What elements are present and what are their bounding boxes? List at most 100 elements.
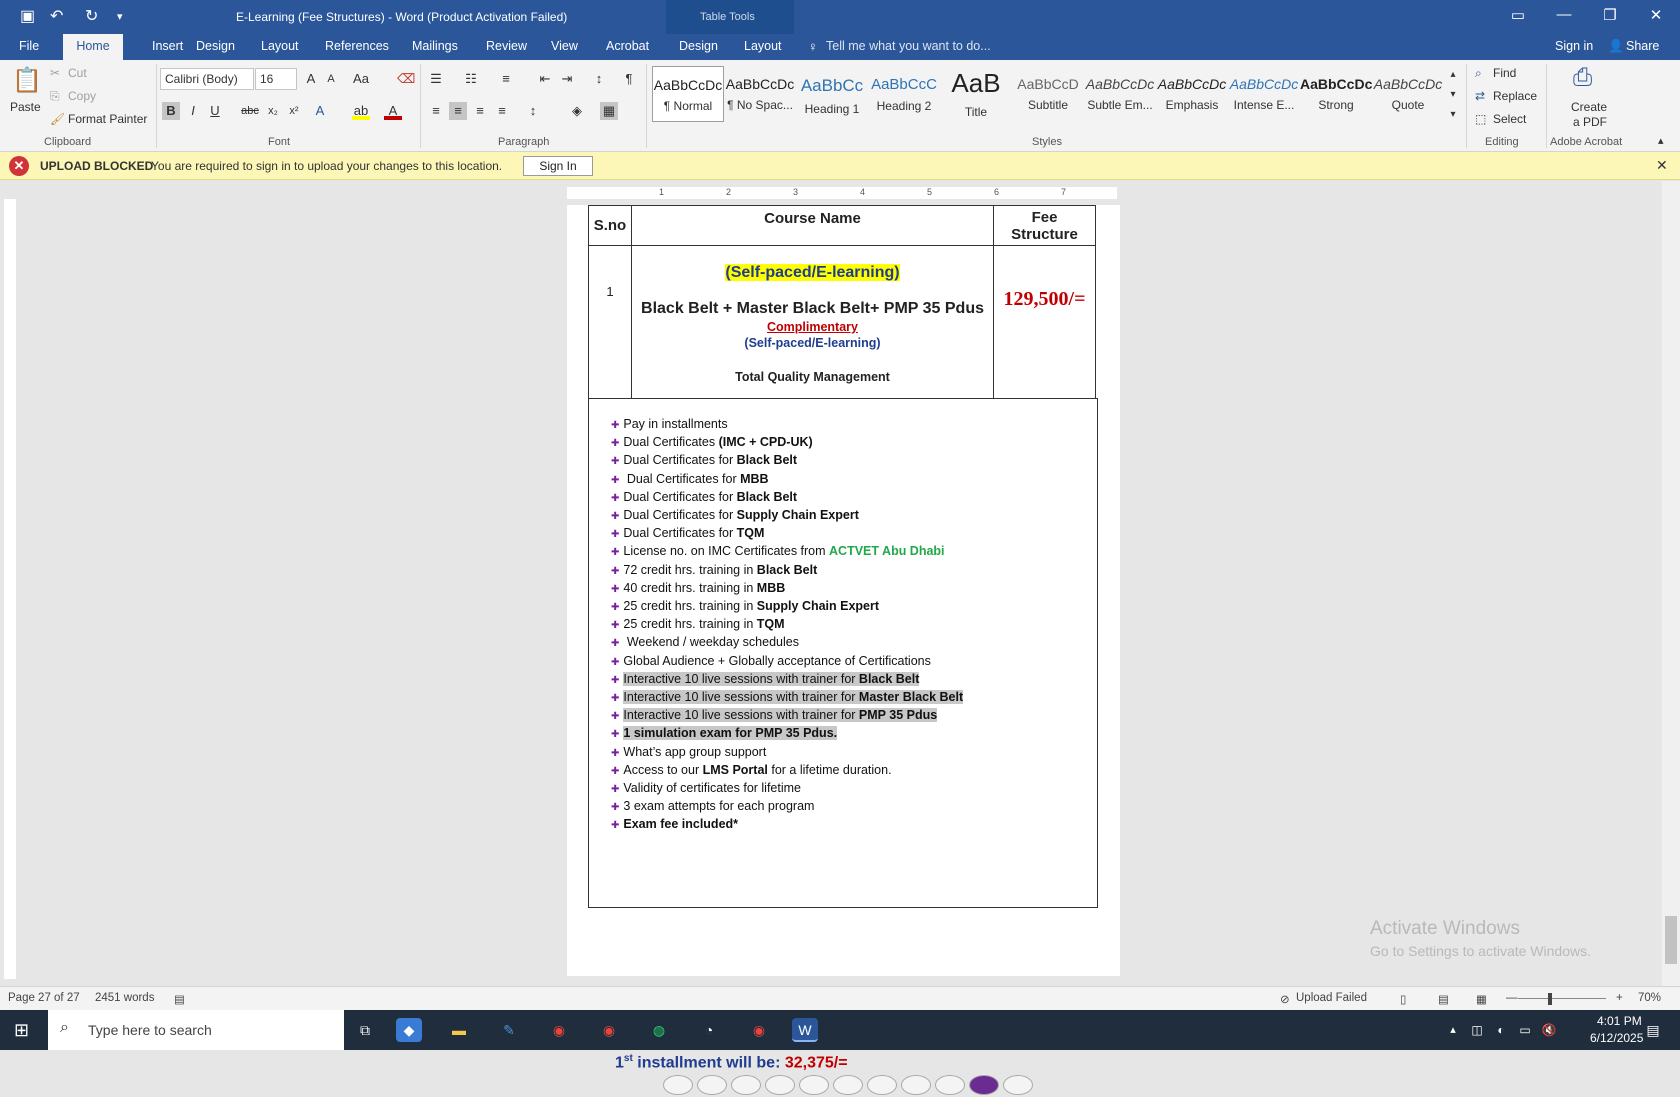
style-item[interactable]: AaBbCcDc Intense E...	[1228, 66, 1300, 122]
find-button[interactable]: Find	[1493, 66, 1516, 80]
numbering-icon[interactable]: ☷	[462, 70, 480, 88]
subscript-icon[interactable]: x₂	[264, 102, 282, 120]
web-layout-icon[interactable]: ▦	[1476, 992, 1487, 1006]
underline-icon[interactable]: U	[206, 102, 224, 120]
volume-icon[interactable]: 🔇	[1536, 1018, 1562, 1042]
zoom-slider[interactable]	[1518, 998, 1606, 999]
tray-chevron-icon[interactable]: ▴	[1440, 1018, 1466, 1042]
list-item[interactable]: ✚ 3 exam attempts for each program	[611, 799, 814, 813]
align-right-icon[interactable]: ≡	[471, 102, 489, 120]
list-item[interactable]: ✚ Exam fee included*	[611, 817, 738, 831]
replace-button[interactable]: Replace	[1493, 89, 1537, 103]
list-item[interactable]: ✚ Dual Certificates (IMC + CPD-UK)	[611, 435, 813, 449]
clock-time[interactable]: 4:01 PM	[1597, 1014, 1642, 1028]
restore-button[interactable]: ❐	[1592, 6, 1628, 24]
save-icon[interactable]: ▣	[20, 6, 35, 26]
document-page[interactable]: S.no Course Name Fee Structure 1 (Self-pa…	[567, 205, 1120, 1095]
tab-design[interactable]: Design	[196, 39, 235, 53]
list-item[interactable]: ✚ Interactive 10 live sessions with train…	[611, 671, 920, 686]
tab-home[interactable]: Home	[63, 34, 123, 60]
close-button[interactable]: ✕	[1638, 6, 1674, 24]
page-count[interactable]: Page 27 of 27	[8, 992, 80, 1004]
select-button[interactable]: Select	[1493, 112, 1526, 126]
header-fee[interactable]: Fee Structure	[993, 205, 1096, 246]
collapse-ribbon-icon[interactable]: ▴	[1658, 134, 1664, 147]
bold-icon[interactable]: B	[162, 102, 180, 120]
zoom-thumb[interactable]	[1548, 993, 1552, 1005]
fee-table[interactable]: S.no Course Name Fee Structure 1 (Self-pa…	[588, 205, 1096, 399]
styles-up-icon[interactable]: ▴	[1444, 66, 1462, 84]
style-item[interactable]: AaBbCcC Heading 2	[868, 66, 940, 122]
tab-insert[interactable]: Insert	[152, 39, 183, 53]
align-center-icon[interactable]: ≡	[449, 102, 467, 120]
redo-icon[interactable]: ↻	[85, 6, 98, 26]
tab-references[interactable]: References	[325, 39, 389, 53]
list-item[interactable]: ✚ 25 credit hrs. training in Supply Chain…	[611, 599, 879, 613]
line-spacing-icon[interactable]: ↕	[524, 102, 542, 120]
customize-qat-icon[interactable]: ▾	[117, 10, 123, 23]
style-item[interactable]: AaBbCcDc Emphasis	[1156, 66, 1228, 122]
tab-acrobat[interactable]: Acrobat	[606, 39, 649, 53]
highlight-icon[interactable]: ab	[352, 102, 370, 120]
style-item[interactable]: AaB Title	[940, 66, 1012, 122]
proofing-icon[interactable]: ▤	[174, 992, 185, 1006]
shading-icon[interactable]: ◈	[568, 102, 586, 120]
style-item[interactable]: AaBbCc Heading 1	[796, 66, 868, 122]
header-sno[interactable]: S.no	[588, 205, 632, 246]
features-box[interactable]: 1st installment will be: 32,375/= ✚ Pay i…	[588, 398, 1098, 1095]
scroll-thumb[interactable]	[1665, 916, 1677, 964]
close-icon[interactable]: ✕	[1656, 157, 1668, 174]
print-layout-icon[interactable]: ▤	[1438, 992, 1449, 1006]
style-item[interactable]: AaBbCcDc Strong	[1300, 66, 1372, 122]
file-explorer-icon[interactable]: ▬	[446, 1018, 472, 1042]
word-icon[interactable]: W	[792, 1018, 818, 1042]
style-normal[interactable]: AaBbCcDc ¶ Normal	[652, 66, 724, 122]
copilot-icon[interactable]: ◆	[396, 1018, 422, 1042]
list-item[interactable]: ✚ Interactive 10 live sessions with train…	[611, 690, 964, 704]
vertical-scrollbar[interactable]	[1662, 181, 1680, 986]
increase-indent-icon[interactable]: ⇥	[558, 70, 576, 88]
chrome-icon[interactable]: ◉	[596, 1018, 622, 1042]
list-item[interactable]: ✚ Validity of certificates for lifetime	[611, 781, 801, 795]
style-item[interactable]: AaBbCcDc Subtle Em...	[1084, 66, 1156, 122]
minimize-button[interactable]: —	[1546, 6, 1582, 23]
tab-view[interactable]: View	[551, 39, 578, 53]
list-item[interactable]: ✚ What’s app group support	[611, 745, 766, 759]
word-count[interactable]: 2451 words	[95, 992, 154, 1004]
clock-date[interactable]: 6/12/2025	[1590, 1031, 1643, 1045]
whatsapp-icon[interactable]: ◍	[646, 1018, 672, 1042]
list-item[interactable]: ✚ Pay in installments	[611, 417, 728, 431]
notifications-icon[interactable]: ▤	[1640, 1018, 1666, 1042]
font-color-icon[interactable]: A	[384, 102, 402, 120]
vertical-ruler[interactable]	[4, 199, 16, 979]
style-item[interactable]: AaBbCcDc ¶ No Spac...	[724, 66, 796, 122]
list-item[interactable]: ✚ Global Audience + Globally acceptance o…	[611, 654, 931, 668]
font-family-select[interactable]: Calibri (Body)	[160, 68, 254, 90]
copy-button[interactable]: Copy	[68, 89, 96, 103]
list-item[interactable]: ✚ 72 credit hrs. training in Black Belt	[611, 563, 817, 577]
list-item[interactable]: ✚ Dual Certificates for Supply Chain Expe…	[611, 508, 859, 522]
tab-table-layout[interactable]: Layout	[744, 39, 782, 53]
paste-button[interactable]: Paste	[10, 100, 41, 114]
styles-down-icon[interactable]: ▾	[1444, 86, 1462, 104]
list-item[interactable]: ✚ Dual Certificates for Black Belt	[611, 490, 797, 504]
style-item[interactable]: AaBbCcDc Quote	[1372, 66, 1444, 122]
bullets-icon[interactable]: ☰	[427, 70, 445, 88]
clock-app-icon[interactable]: ◔	[696, 1018, 722, 1042]
borders-icon[interactable]: ▦	[600, 102, 618, 120]
horizontal-ruler[interactable]: 1 2 3 4 5 6 7	[567, 187, 1117, 199]
header-course-name[interactable]: Course Name	[630, 205, 995, 246]
undo-icon[interactable]: ↶	[50, 6, 63, 26]
tab-file[interactable]: File	[19, 39, 39, 53]
tab-review[interactable]: Review	[486, 39, 527, 53]
taskbar-search[interactable]: ⌕ Type here to search	[48, 1010, 344, 1050]
windows-start-icon[interactable]: ⊞	[14, 1021, 32, 1039]
strikethrough-icon[interactable]: abc	[241, 102, 259, 120]
decrease-indent-icon[interactable]: ⇤	[536, 70, 554, 88]
multilevel-list-icon[interactable]: ≡	[497, 70, 515, 88]
list-item[interactable]: ✚ 25 credit hrs. training in TQM	[611, 617, 785, 631]
list-item[interactable]: ✚ 40 credit hrs. training in MBB	[611, 581, 785, 595]
paste-icon[interactable]: 📋	[12, 66, 42, 95]
chrome-icon[interactable]: ◉	[546, 1018, 572, 1042]
tray-app-icon[interactable]: ◫	[1464, 1018, 1490, 1042]
